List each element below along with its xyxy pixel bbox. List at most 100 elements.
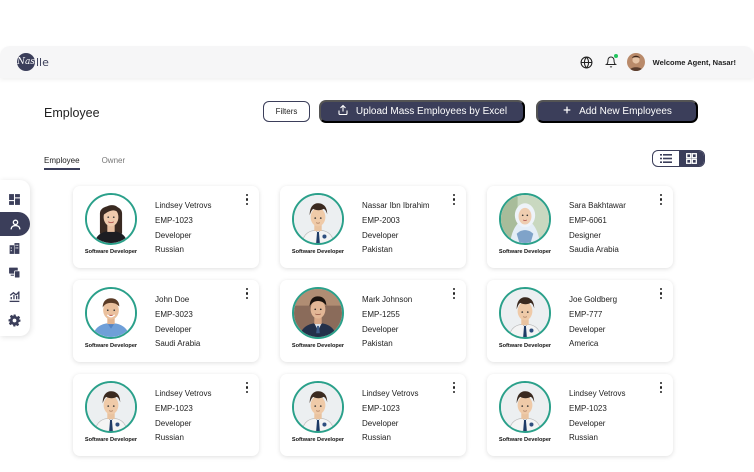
more-options-icon[interactable] xyxy=(452,382,456,393)
add-label: Add New Employees xyxy=(579,106,672,117)
logo-mark: Nas xyxy=(17,53,35,71)
employee-avatar xyxy=(499,193,551,245)
employee-card[interactable]: Software Developer Lindsey Vetrovs EMP-1… xyxy=(280,374,466,456)
employee-role: Developer xyxy=(362,418,399,428)
notification-dot xyxy=(613,54,618,58)
employee-info: Lindsey Vetrovs EMP-1023 Developer Russi… xyxy=(155,199,211,258)
globe-icon[interactable] xyxy=(579,54,595,70)
employee-info: Lindsey Vetrovs EMP-1023 Developer Russi… xyxy=(155,387,211,446)
chart-icon[interactable] xyxy=(6,288,22,304)
employee-card[interactable]: Software Developer Lindsey Vetrovs EMP-1… xyxy=(73,186,259,268)
top-bar: Nas lle Welcome Agent, Nasar! xyxy=(0,46,754,78)
employee-caption: Software Developer xyxy=(84,437,138,443)
more-options-icon[interactable] xyxy=(245,382,249,393)
employee-country: America xyxy=(569,339,599,349)
employee-avatar xyxy=(292,381,344,433)
list-icon xyxy=(659,154,672,163)
employee-name: Nassar Ibn Ibrahim xyxy=(362,201,430,210)
more-options-icon[interactable] xyxy=(659,382,663,393)
employee-country: Russian xyxy=(155,433,184,443)
more-options-icon[interactable] xyxy=(659,194,663,205)
employee-role: Developer xyxy=(362,324,399,334)
more-options-icon[interactable] xyxy=(452,194,456,205)
tab-employee[interactable]: Employee xyxy=(44,156,80,170)
employee-role: Developer xyxy=(569,324,606,334)
employee-avatar xyxy=(85,381,137,433)
logo-text: lle xyxy=(36,55,49,69)
employee-id: EMP-6061 xyxy=(569,215,607,225)
employee-country: Saudi Arabia xyxy=(155,339,201,349)
employee-country: Pakistan xyxy=(362,339,393,349)
upload-label: Upload Mass Employees by Excel xyxy=(355,106,508,117)
employee-country: Russian xyxy=(362,433,391,443)
user-icon[interactable] xyxy=(0,212,30,236)
employee-card[interactable]: Software Developer Lindsey Vetrovs EMP-1… xyxy=(73,374,259,456)
employee-info: Lindsey Vetrovs EMP-1023 Developer Russi… xyxy=(362,387,418,446)
employee-avatar xyxy=(499,381,551,433)
employee-role: Developer xyxy=(362,230,399,240)
gear-icon[interactable] xyxy=(6,312,22,328)
dashboard-icon[interactable] xyxy=(6,191,22,207)
employee-avatar xyxy=(292,287,344,339)
employee-caption: Software Developer xyxy=(84,249,138,255)
employee-country: Pakistan xyxy=(362,245,393,255)
employee-card[interactable]: Software Developer Lindsey Vetrovs EMP-1… xyxy=(487,374,673,456)
employee-avatar xyxy=(85,287,137,339)
employee-role: Designer xyxy=(569,230,602,240)
employee-role: Developer xyxy=(569,418,606,428)
employee-id: EMP-3023 xyxy=(155,309,193,319)
devices-icon[interactable] xyxy=(6,264,22,280)
page-title: Employee xyxy=(44,106,100,120)
employee-info: Lindsey Vetrovs EMP-1023 Developer Russi… xyxy=(569,387,625,446)
welcome-text: Welcome Agent, Nasar! xyxy=(652,57,736,67)
employee-card[interactable]: Software Developer Nassar Ibn Ibrahim EM… xyxy=(280,186,466,268)
filters-button[interactable]: Filters xyxy=(263,101,310,122)
employee-name: Lindsey Vetrovs xyxy=(155,201,212,210)
employee-role: Developer xyxy=(155,230,192,240)
header-actions: Welcome Agent, Nasar! xyxy=(579,51,736,73)
employee-card[interactable]: Software Developer Sara Bakhtawar EMP-60… xyxy=(487,186,673,268)
notification-bell-icon[interactable] xyxy=(603,54,619,70)
employee-caption: Software Developer xyxy=(291,437,345,443)
employee-info: Sara Bakhtawar EMP-6061 Designer Saudia … xyxy=(569,199,626,258)
employee-info: Joe Goldberg EMP-777 Developer America xyxy=(569,293,617,352)
more-options-icon[interactable] xyxy=(452,288,456,299)
list-view-button[interactable] xyxy=(653,151,679,166)
employee-info: Mark Johnson EMP-1255 Developer Pakistan xyxy=(362,293,412,352)
employee-name: Sara Bakhtawar xyxy=(569,201,626,210)
employee-id: EMP-2003 xyxy=(362,215,400,225)
app-logo[interactable]: Nas lle xyxy=(17,53,49,71)
more-options-icon[interactable] xyxy=(659,288,663,299)
tab-owner[interactable]: Owner xyxy=(102,156,126,170)
more-options-icon[interactable] xyxy=(245,194,249,205)
employee-name: Lindsey Vetrovs xyxy=(155,389,212,398)
employee-country: Russian xyxy=(155,245,184,255)
employee-name: Lindsey Vetrovs xyxy=(362,389,419,398)
add-new-employees-button[interactable]: Add New Employees xyxy=(536,100,698,123)
employee-id: EMP-1023 xyxy=(155,215,193,225)
sidebar xyxy=(0,180,30,336)
employee-country: Saudia Arabia xyxy=(569,245,619,255)
upload-mass-employees-button[interactable]: Upload Mass Employees by Excel xyxy=(319,100,525,123)
employee-id: EMP-1255 xyxy=(362,309,400,319)
employee-name: John Doe xyxy=(155,295,190,304)
employee-id: EMP-1023 xyxy=(155,403,193,413)
employee-card[interactable]: Software Developer John Doe EMP-3023 Dev… xyxy=(73,280,259,362)
grid-view-button[interactable] xyxy=(678,151,704,166)
employee-info: John Doe EMP-3023 Developer Saudi Arabia xyxy=(155,293,200,352)
employee-id: EMP-777 xyxy=(569,309,603,319)
upload-icon xyxy=(337,104,349,119)
employee-caption: Software Developer xyxy=(498,343,552,349)
grid-icon xyxy=(685,153,697,164)
employee-role: Developer xyxy=(155,418,192,428)
employee-caption: Software Developer xyxy=(84,343,138,349)
employee-card[interactable]: Software Developer Joe Goldberg EMP-777 … xyxy=(487,280,673,362)
employee-name: Lindsey Vetrovs xyxy=(569,389,626,398)
employee-card[interactable]: Software Developer Mark Johnson EMP-1255… xyxy=(280,280,466,362)
employee-name: Mark Johnson xyxy=(362,295,413,304)
user-avatar[interactable] xyxy=(626,53,645,71)
building-icon[interactable] xyxy=(6,240,22,256)
employee-caption: Software Developer xyxy=(498,249,552,255)
more-options-icon[interactable] xyxy=(245,288,249,299)
employee-avatar xyxy=(292,193,344,245)
